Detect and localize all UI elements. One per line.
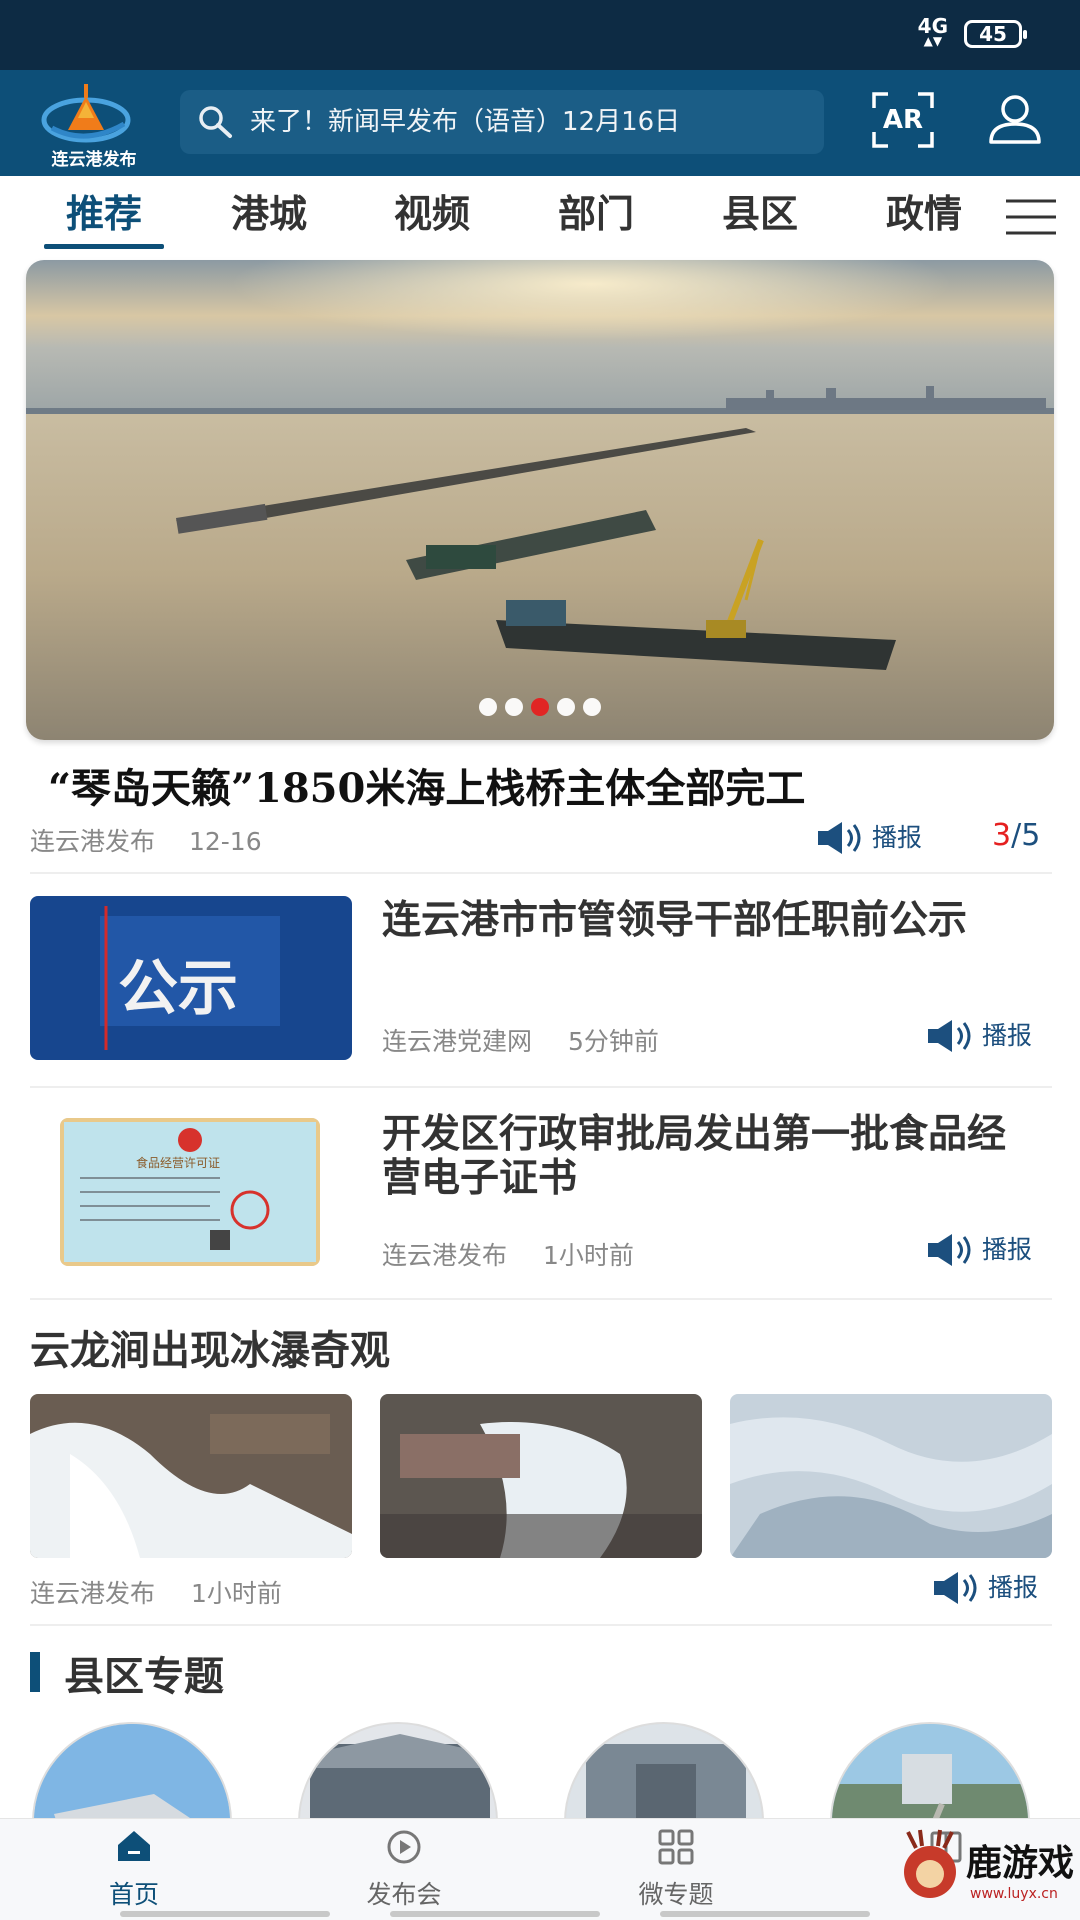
certificate-thumbnail-icon	[60, 1118, 320, 1266]
play-circle-icon	[387, 1830, 421, 1864]
logo-emblem-icon	[41, 84, 131, 143]
search-icon	[199, 106, 232, 138]
news-thumbnail[interactable]: 食品经营许可证	[60, 1118, 320, 1266]
gallery-play-label: 播报	[988, 1573, 1039, 1602]
gallery-image[interactable]	[380, 1394, 702, 1558]
news-time: 5分钟前	[567, 1027, 659, 1056]
slide-total: 5	[1021, 818, 1041, 853]
gallery-title[interactable]: 云龙涧出现冰瀑奇观	[30, 1318, 390, 1376]
app-logo[interactable]: 连云港发布	[28, 78, 148, 170]
gallery-meta: 连云港发布 1小时前	[30, 1574, 282, 1610]
news-thumbnail[interactable]: 公示	[30, 896, 352, 1060]
carousel-dot[interactable]	[557, 698, 575, 716]
featured-carousel[interactable]	[26, 260, 1054, 740]
carousel-dot[interactable]	[505, 698, 523, 716]
slide-current: 3	[992, 818, 1012, 853]
status-bar: 4G ▲▼ 45	[0, 0, 1080, 70]
divider	[30, 1298, 1052, 1300]
watermark: 鹿游戏 www.luyx.cn	[898, 1828, 1078, 1918]
carousel-dot-active[interactable]	[531, 698, 549, 716]
thumbnail-caption: 食品经营许可证	[136, 1156, 221, 1170]
tab-video[interactable]: 视频	[372, 186, 492, 242]
home-indicator	[120, 1911, 330, 1917]
news-title[interactable]: 开发区行政审批局发出第一批食品经营电子证书	[382, 1112, 1022, 1200]
section-marker	[30, 1652, 40, 1692]
frozen-waterfall-image	[380, 1394, 702, 1558]
county-section-title: 县区专题	[64, 1653, 224, 1700]
active-tab-indicator	[44, 244, 164, 249]
carousel-indicators	[26, 698, 1054, 716]
user-icon[interactable]	[986, 92, 1044, 148]
featured-source: 连云港发布 12-16	[30, 822, 262, 858]
home-icon	[118, 1831, 150, 1861]
speaker-icon	[818, 822, 861, 854]
featured-headline[interactable]: “琴岛天籁”1850米海上栈桥主体全部完工	[48, 756, 805, 814]
tab-port-city[interactable]: 港城	[209, 186, 329, 242]
featured-image	[26, 260, 1054, 740]
divider	[30, 1624, 1052, 1626]
category-tabs: 推荐 港城 视频 部门 县区 政情	[0, 176, 1080, 258]
app-header: 连云港发布 来了！新闻早发布（语音）12月16日 AR	[0, 70, 1080, 176]
news-source: 连云港党建网	[382, 1027, 533, 1056]
logo-text: 连云港发布	[51, 150, 137, 170]
gallery-play-button[interactable]: 播报	[934, 1568, 1058, 1608]
news-title[interactable]: 连云港市市管领导干部任职前公示	[382, 898, 1022, 942]
watermark-url: www.luyx.cn	[970, 1886, 1058, 1902]
slide-separator: /	[1011, 818, 1022, 853]
nav-press-conference[interactable]: 发布会	[304, 1819, 504, 1920]
gallery-image[interactable]	[30, 1394, 352, 1558]
featured-source-name: 连云港发布	[30, 827, 156, 856]
divider	[30, 1086, 1052, 1088]
gallery-time: 1小时前	[190, 1579, 282, 1608]
news-time: 1小时前	[542, 1241, 634, 1270]
news-meta: 连云港党建网 5分钟前	[382, 1022, 659, 1058]
tab-politics[interactable]: 政情	[864, 186, 984, 242]
gallery-image[interactable]	[730, 1394, 1052, 1558]
speaker-icon	[928, 1234, 971, 1266]
nav-home-label: 首页	[108, 1880, 159, 1909]
menu-icon[interactable]	[1006, 198, 1056, 236]
news-play-label: 播报	[982, 1021, 1033, 1050]
search-placeholder: 来了！新闻早发布（语音）12月16日	[250, 107, 681, 137]
grid-icon	[658, 1829, 694, 1865]
carousel-dot[interactable]	[583, 698, 601, 716]
nav-home[interactable]: 首页	[34, 1819, 234, 1920]
search-bar[interactable]: 来了！新闻早发布（语音）12月16日	[180, 90, 824, 154]
battery-icon: 45	[964, 20, 1027, 48]
featured-play-label: 播报	[872, 823, 923, 852]
nav-micro-topics-label: 微专题	[638, 1880, 714, 1909]
news-source: 连云港发布	[382, 1241, 508, 1270]
home-indicator	[390, 1911, 600, 1917]
tab-recommend[interactable]: 推荐	[44, 186, 164, 242]
network-indicator: 4G ▲▼	[918, 16, 948, 47]
frozen-waterfall-image	[30, 1394, 352, 1558]
news-play-button[interactable]: 播报	[928, 1016, 1052, 1056]
home-indicator	[660, 1911, 870, 1917]
tab-departments[interactable]: 部门	[536, 186, 656, 242]
news-play-button[interactable]: 播报	[928, 1230, 1052, 1270]
featured-date: 12-16	[188, 827, 262, 856]
battery-level: 45	[979, 22, 1007, 46]
carousel-dot[interactable]	[479, 698, 497, 716]
nav-micro-topics[interactable]: 微专题	[576, 1819, 776, 1920]
news-meta: 连云港发布 1小时前	[382, 1236, 634, 1272]
slide-counter: 3/5	[992, 818, 1040, 853]
news-play-label: 播报	[982, 1235, 1033, 1264]
watermark-text: 鹿游戏	[966, 1842, 1075, 1884]
gallery-source: 连云港发布	[30, 1579, 156, 1608]
divider	[30, 872, 1052, 874]
featured-play-button[interactable]: 播报	[818, 818, 948, 858]
ar-label: AR	[882, 105, 924, 135]
thumbnail-caption: 公示	[118, 954, 238, 1024]
speaker-icon	[928, 1020, 971, 1052]
nav-press-conference-label: 发布会	[366, 1880, 442, 1909]
speaker-icon	[934, 1572, 977, 1604]
ice-closeup-image	[730, 1394, 1052, 1558]
deer-logo-icon	[904, 1829, 956, 1898]
tab-counties[interactable]: 县区	[700, 186, 820, 242]
ar-button[interactable]: AR	[872, 92, 934, 148]
